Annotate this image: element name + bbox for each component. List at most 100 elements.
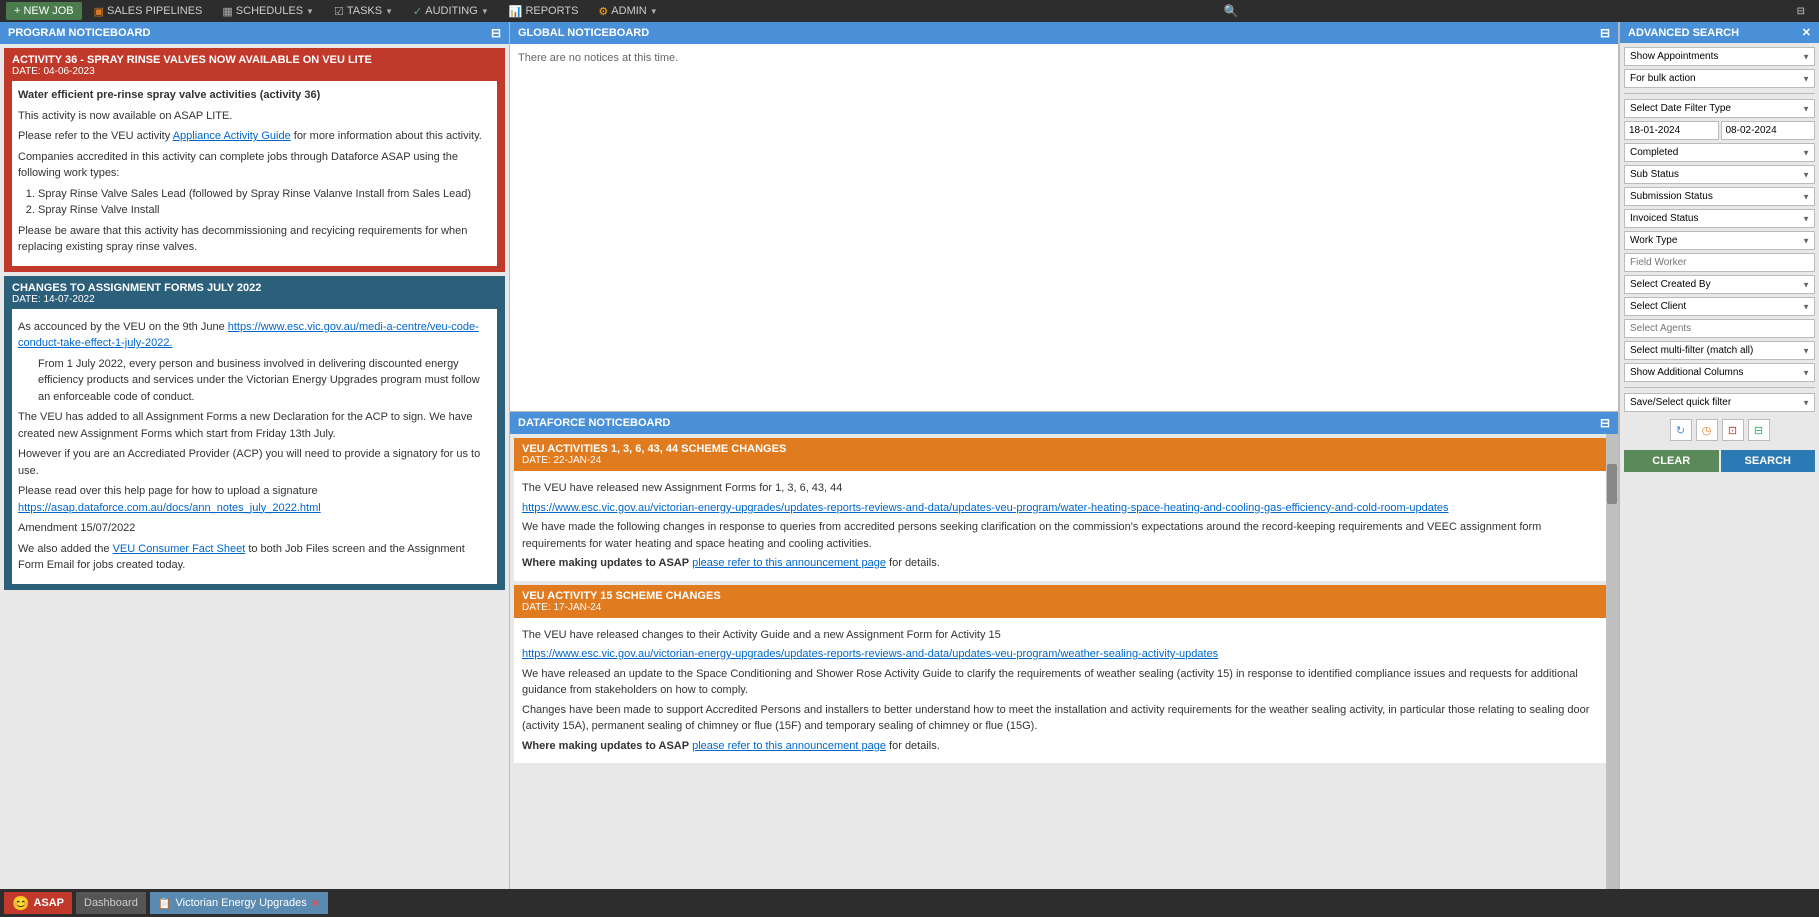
additional-columns-wrap: Show Additional Columns <box>1624 363 1815 382</box>
new-job-button[interactable]: + NEW JOB <box>6 2 82 20</box>
multi-filter-select[interactable]: Select multi-filter (match all) <box>1624 341 1815 360</box>
save-icon: ⊟ <box>1754 424 1763 437</box>
df-notice1-announce-link[interactable]: please refer to this announcement page <box>692 557 886 569</box>
df-notice1-url[interactable]: https://www.esc.vic.gov.au/victorian-ene… <box>522 502 1449 514</box>
df-notice2-bold-line: Where making updates to ASAP please refe… <box>522 738 1606 755</box>
activity-notice-1-p3: Companies accredited in this activity ca… <box>18 149 491 182</box>
search-icon[interactable]: 🔍 <box>1220 4 1243 18</box>
dataforce-notice-2: VEU ACTIVITY 15 SCHEME CHANGES DATE: 17-… <box>514 585 1614 764</box>
dataforce-notice-1-date: DATE: 22-JAN-24 <box>522 455 1606 466</box>
separator-1 <box>1624 93 1815 94</box>
df-notice2-url[interactable]: https://www.esc.vic.gov.au/victorian-ene… <box>522 648 1218 660</box>
date-filter-type-wrap: Select Date Filter Type <box>1624 99 1815 118</box>
dataforce-noticeboard-body: VEU ACTIVITIES 1, 3, 6, 43, 44 SCHEME CH… <box>510 434 1618 889</box>
new-job-label: + NEW JOB <box>14 5 74 17</box>
program-noticeboard-close[interactable]: ⊟ <box>491 26 501 40</box>
middle-panel: GLOBAL NOTICEBOARD ⊟ There are no notice… <box>510 22 1619 889</box>
advanced-search-panel: ADVANCED SEARCH ✕ Show Appointments For … <box>1619 22 1819 889</box>
global-noticeboard-close[interactable]: ⊟ <box>1600 26 1610 40</box>
bookmark-icon-btn[interactable]: ⊡ <box>1722 419 1744 441</box>
topbar-toggle[interactable]: ⊟ <box>1797 6 1813 17</box>
date-filter-type-select[interactable]: Select Date Filter Type <box>1624 99 1815 118</box>
work-type-select[interactable]: Work Type <box>1624 231 1815 250</box>
sub-status-select[interactable]: Sub Status <box>1624 165 1815 184</box>
show-appointments-wrap: Show Appointments <box>1624 47 1815 66</box>
clock-icon-btn[interactable]: ◷ <box>1696 419 1718 441</box>
schedules-nav[interactable]: ▦ SCHEDULES ▼ <box>214 3 322 20</box>
adv-action-row: CLEAR SEARCH <box>1624 450 1815 472</box>
activity-notice-1-p4: Please be aware that this activity has d… <box>18 223 491 256</box>
advanced-search-header: ADVANCED SEARCH ✕ <box>1620 22 1819 43</box>
created-by-select[interactable]: Select Created By <box>1624 275 1815 294</box>
additional-columns-select[interactable]: Show Additional Columns <box>1624 363 1815 382</box>
df-notice1-bold-line: Where making updates to ASAP please refe… <box>522 555 1606 572</box>
sales-pipelines-nav[interactable]: ▣ SALES PIPELINES <box>86 3 211 20</box>
df-notice1-p2: We have made the following changes in re… <box>522 519 1606 552</box>
activity-notice-1-date: DATE: 04-06-2023 <box>12 66 497 77</box>
activity-notice-1-bold: Water efficient pre-rinse spray valve ac… <box>18 89 320 101</box>
df-notice2-announce-link[interactable]: please refer to this announcement page <box>692 740 886 752</box>
search-button[interactable]: SEARCH <box>1721 450 1816 472</box>
program-noticeboard-content: ACTIVITY 36 - SPRAY RINSE VALVES NOW AVA… <box>0 44 509 889</box>
reports-nav[interactable]: 📊 REPORTS <box>501 3 587 20</box>
df-notice1-p1: The VEU have released new Assignment For… <box>522 480 1606 497</box>
changes-notice-1-p7: We also added the VEU Consumer Fact Shee… <box>18 541 491 574</box>
show-appointments-select[interactable]: Show Appointments <box>1624 47 1815 66</box>
auditing-nav[interactable]: ✓ AUDITING ▼ <box>405 3 497 20</box>
dataforce-notice-1-title: VEU ACTIVITIES 1, 3, 6, 43, 44 SCHEME CH… <box>522 443 1606 455</box>
admin-nav[interactable]: ⚙ ADMIN ▼ <box>590 3 665 20</box>
for-bulk-action-select[interactable]: For bulk action <box>1624 69 1815 88</box>
scroll-thumb[interactable] <box>1607 464 1617 504</box>
dashboard-tab[interactable]: Dashboard <box>76 892 146 914</box>
activity-notice-1-p1: This activity is now available on ASAP L… <box>18 108 491 125</box>
dataforce-notice-1-header: VEU ACTIVITIES 1, 3, 6, 43, 44 SCHEME CH… <box>514 438 1614 471</box>
for-bulk-action-wrap: For bulk action <box>1624 69 1815 88</box>
created-by-wrap: Select Created By <box>1624 275 1815 294</box>
client-select[interactable]: Select Client <box>1624 297 1815 316</box>
activity-notice-1-p2: Please refer to the VEU activity Applian… <box>18 128 491 145</box>
refresh-icon-btn[interactable]: ↻ <box>1670 419 1692 441</box>
changes-notice-1: CHANGES TO ASSIGNMENT FORMS JULY 2022 DA… <box>4 276 505 590</box>
invoiced-status-wrap: Invoiced Status <box>1624 209 1815 228</box>
invoiced-status-select[interactable]: Invoiced Status <box>1624 209 1815 228</box>
appliance-guide-link[interactable]: Appliance Activity Guide <box>173 130 291 142</box>
refresh-icon: ↻ <box>1676 424 1685 437</box>
clear-button[interactable]: CLEAR <box>1624 450 1719 472</box>
advanced-search-close[interactable]: ✕ <box>1802 26 1811 39</box>
quick-filter-select[interactable]: Save/Select quick filter <box>1624 393 1815 412</box>
top-navbar: + NEW JOB ▣ SALES PIPELINES ▦ SCHEDULES … <box>0 0 1819 22</box>
veu-link-1[interactable]: https://www.esc.vic.gov.au/medi-a-centre… <box>18 321 479 350</box>
activity-notice-1-body: Water efficient pre-rinse spray valve ac… <box>12 81 497 266</box>
dataforce-noticeboard-close[interactable]: ⊟ <box>1600 416 1610 430</box>
global-noticeboard-body: There are no notices at this time. <box>510 44 1618 411</box>
dataforce-noticeboard-title: DATAFORCE NOTICEBOARD <box>518 417 670 429</box>
changes-notice-1-date: DATE: 14-07-2022 <box>12 294 497 305</box>
dataforce-notice-1: VEU ACTIVITIES 1, 3, 6, 43, 44 SCHEME CH… <box>514 438 1614 581</box>
dataforce-notice-2-body: The VEU have released changes to their A… <box>514 618 1614 764</box>
agents-input[interactable] <box>1624 319 1815 338</box>
submission-status-select[interactable]: Submission Status <box>1624 187 1815 206</box>
field-worker-input[interactable] <box>1624 253 1815 272</box>
program-noticeboard-title: PROGRAM NOTICEBOARD <box>8 27 150 39</box>
dataforce-noticeboard-panel: DATAFORCE NOTICEBOARD ⊟ VEU ACTIVITIES 1… <box>510 412 1618 889</box>
veu-tab-label: Victorian Energy Upgrades <box>176 897 307 909</box>
dataforce-noticeboard-header: DATAFORCE NOTICEBOARD ⊟ <box>510 412 1618 434</box>
dataforce-notice-2-date: DATE: 17-JAN-24 <box>522 602 1606 613</box>
consumer-fact-sheet-link[interactable]: VEU Consumer Fact Sheet <box>113 543 246 555</box>
tasks-nav[interactable]: ☑ TASKS ▼ <box>326 3 401 20</box>
program-noticeboard-panel: PROGRAM NOTICEBOARD ⊟ ACTIVITY 36 - SPRA… <box>0 22 510 889</box>
date-from-input[interactable] <box>1624 121 1719 140</box>
dataforce-notice-1-body: The VEU have released new Assignment For… <box>514 471 1614 581</box>
df-notice1-bold: Where making updates to ASAP <box>522 557 689 569</box>
global-no-notices: There are no notices at this time. <box>518 52 678 64</box>
df-notice2-p2: We have released an update to the Space … <box>522 666 1606 699</box>
df-notice2-link: https://www.esc.vic.gov.au/victorian-ene… <box>522 646 1606 663</box>
save-icon-btn[interactable]: ⊟ <box>1748 419 1770 441</box>
df-notice2-p3: Changes have been made to support Accred… <box>522 702 1606 735</box>
veu-tab-close[interactable]: ✕ <box>311 897 320 910</box>
signature-help-link[interactable]: https://asap.dataforce.com.au/docs/ann_n… <box>18 502 321 514</box>
date-to-input[interactable] <box>1721 121 1816 140</box>
veu-tab[interactable]: 📋 Victorian Energy Upgrades ✕ <box>150 892 328 914</box>
adv-icons-row: ↻ ◷ ⊡ ⊟ <box>1624 419 1815 441</box>
completed-select[interactable]: Completed <box>1624 143 1815 162</box>
